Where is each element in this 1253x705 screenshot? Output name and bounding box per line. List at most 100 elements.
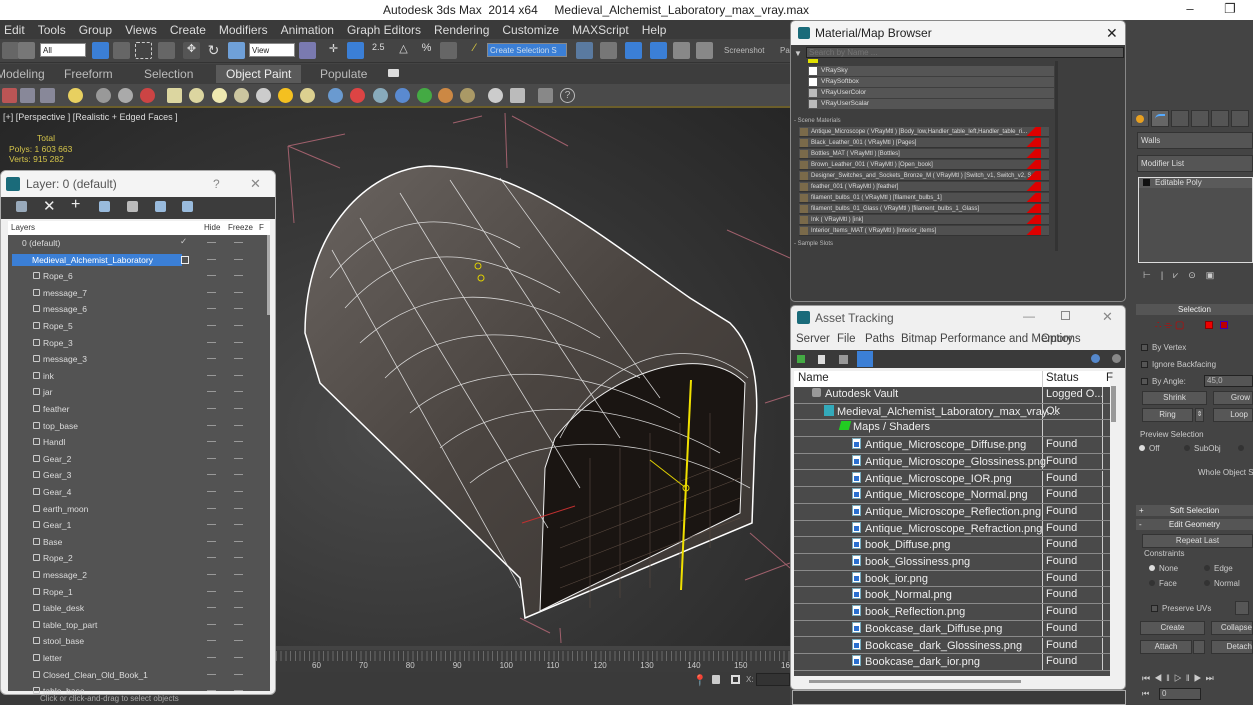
freeze-toggle[interactable] [234,607,243,609]
map-item[interactable]: VRayUserColor [808,88,1054,98]
playback-controls[interactable]: ⏮◀‖▷‖▶⏭ [1142,673,1218,684]
hide-toggle[interactable] [207,441,216,443]
options-triangle-icon[interactable]: ▼ [794,49,802,58]
object-row[interactable]: stool_base [8,633,263,649]
lock-icon[interactable] [712,675,720,684]
hide-toggle[interactable] [207,291,216,293]
hide-toggle[interactable] [207,341,216,343]
helper-icon[interactable] [118,88,133,103]
menu-animation[interactable]: Animation [281,23,343,37]
hide-toggle[interactable] [207,258,216,260]
absolute-mode-icon[interactable] [731,675,740,684]
render-setup-icon[interactable] [2,88,17,103]
asset-path-field[interactable] [792,690,1126,705]
frame-buffer-icon[interactable] [510,88,525,103]
asset-menu-server[interactable]: Server [796,333,830,345]
create-tab-icon[interactable] [1131,110,1149,127]
object-row[interactable]: Rope_1 [8,584,263,600]
freeze-toggle[interactable] [234,540,243,542]
freeze-toggle[interactable] [234,690,243,692]
object-row[interactable]: top_base [8,418,263,434]
select-by-name-icon[interactable] [113,42,130,59]
help-icon[interactable]: ? [560,88,575,103]
plane-icon[interactable] [167,88,182,103]
freeze-toggle[interactable] [234,623,243,625]
curve-editor-icon[interactable] [673,42,690,59]
asset-vertical-scrollbar[interactable] [1111,386,1116,422]
scene-material-item[interactable]: Interior_Items_MAT ( VRayMtl ) [Interior… [799,226,1049,236]
thumbnail-view-icon[interactable] [839,355,848,364]
bind-spacewarp-icon[interactable] [18,42,35,59]
object-row[interactable]: Handl [8,434,263,450]
hide-toggle[interactable] [207,374,216,376]
angle-spinner[interactable]: 45,0 [1204,375,1253,387]
hide-toggle[interactable] [207,457,216,459]
hierarchy-tab-icon[interactable] [1171,110,1189,127]
restore-button[interactable]: ❐ [1215,1,1245,19]
tab-selection[interactable]: Selection [144,67,193,81]
export-icon[interactable] [538,88,553,103]
hide-toggle[interactable] [207,408,216,409]
repeat-last-button[interactable]: Repeat Last [1142,534,1253,548]
render-icon[interactable] [40,88,55,103]
freeze-toggle[interactable] [234,275,243,277]
timeline-ruler[interactable] [276,651,790,661]
menu-create[interactable]: Create [170,23,215,37]
tab-object-paint[interactable]: Object Paint [216,65,302,83]
scene-material-item[interactable]: Black_Leather_001 ( VRayMtl ) [Pages] [799,138,1049,148]
hide-toggle[interactable] [207,491,216,492]
make-current-icon[interactable] [181,255,189,264]
asset-row[interactable]: Antique_Microscope_Reflection.png Found [794,503,1110,521]
move-icon[interactable]: ✥ [183,42,200,59]
hide-toggle[interactable] [207,607,216,609]
selection-filter-dropdown[interactable]: All [40,43,86,57]
hide-toggle[interactable] [207,358,216,360]
undo-icon[interactable] [2,42,19,59]
viewport-label[interactable]: [+] [Perspective ] [Realistic + Edged Fa… [3,112,178,122]
freeze-toggle[interactable] [234,574,243,575]
preserve-uvs-checkbox[interactable]: Preserve UVs [1151,604,1211,613]
layer-row[interactable]: 0 (default) ✓ [8,235,263,251]
object-name-field[interactable]: Walls [1137,132,1253,149]
by-angle-checkbox[interactable]: By Angle: [1141,377,1186,386]
menu-tools[interactable]: Tools [38,23,75,37]
asset-row[interactable]: Maps / Shaders [794,420,1110,438]
scene-materials-header[interactable]: - Scene Materials [794,118,841,124]
freeze-toggle[interactable] [234,408,243,409]
hide-toggle[interactable] [207,690,216,692]
column-status[interactable]: Status [1046,372,1079,384]
modifier-list-dropdown[interactable]: Modifier List [1137,155,1253,172]
particle-icon[interactable] [140,88,155,103]
maximize-button[interactable] [1061,311,1070,320]
object-row[interactable]: Gear_4 [8,484,263,500]
map-item[interactable]: VRayUserScalar [808,99,1054,109]
scene-material-item[interactable]: filament_bulbs_01_Glass ( VRayMtl ) [fil… [799,204,1049,214]
fur-icon[interactable] [350,88,365,103]
object-row[interactable]: Gear_2 [8,451,263,467]
tab-freeform[interactable]: Freeform [64,67,113,81]
create-layer-icon[interactable] [16,201,27,212]
sphere-fade-icon[interactable] [395,88,410,103]
current-frame-field[interactable]: 0 [1159,688,1201,700]
freeze-toggle[interactable] [234,640,243,642]
object-row[interactable]: jar [8,384,263,400]
object-row[interactable]: Closed_Clean_Old_Book_1 [8,667,263,683]
asset-row[interactable]: book_Diffuse.png Found [794,537,1110,554]
menu-views[interactable]: Views [125,23,166,37]
freeze-toggle[interactable] [234,242,243,243]
hide-all-icon[interactable] [155,201,166,212]
attach-button[interactable]: Attach [1140,640,1192,654]
layer-list-scrollbar[interactable] [267,235,270,315]
menu-help[interactable]: Help [642,23,676,37]
attach-list-button[interactable] [1193,640,1205,654]
list-view-icon[interactable] [818,355,825,364]
hide-toggle[interactable] [207,574,216,575]
spot-icon[interactable] [256,88,271,103]
freeze-toggle[interactable] [234,291,243,293]
object-row[interactable]: Rope_5 [8,318,263,334]
utilities-tab-icon[interactable] [1231,110,1249,127]
object-row[interactable]: Gear_3 [8,467,263,483]
menu-modifiers[interactable]: Modifiers [219,23,277,37]
object-row[interactable]: Rope_6 [8,268,263,284]
window-crossing-icon[interactable] [158,42,175,59]
